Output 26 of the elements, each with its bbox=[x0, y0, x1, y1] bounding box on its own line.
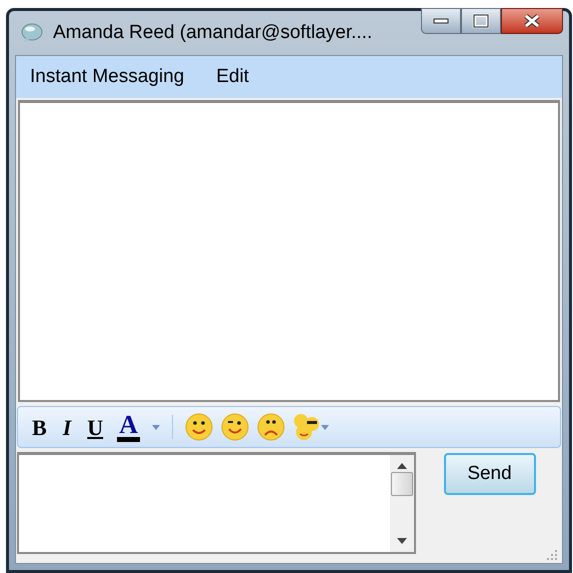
minimize-icon bbox=[433, 18, 449, 24]
bold-button[interactable]: B bbox=[30, 410, 49, 444]
underline-button[interactable]: U bbox=[85, 410, 106, 444]
send-button[interactable]: Send bbox=[444, 453, 536, 495]
sad-face-icon[interactable] bbox=[256, 413, 285, 441]
italic-button[interactable]: I bbox=[60, 410, 74, 444]
smiley-icon[interactable] bbox=[184, 413, 213, 441]
resize-grip-icon[interactable] bbox=[546, 549, 558, 561]
scroll-thumb[interactable] bbox=[391, 472, 413, 496]
close-icon bbox=[524, 14, 540, 28]
emoticons-menu-icon[interactable] bbox=[292, 413, 329, 441]
dropdown-caret-icon[interactable] bbox=[152, 424, 160, 430]
close-button[interactable] bbox=[501, 8, 563, 34]
wink-icon[interactable] bbox=[220, 413, 249, 441]
window-title: Amanda Reed (amandar@softlayer.... bbox=[53, 20, 372, 45]
scroll-down-icon[interactable] bbox=[397, 538, 407, 544]
minimize-button[interactable] bbox=[421, 8, 461, 34]
maximize-button[interactable] bbox=[461, 8, 501, 34]
message-input-field[interactable] bbox=[17, 452, 416, 554]
chat-bubble-icon bbox=[21, 23, 43, 43]
font-color-button[interactable]: A bbox=[117, 412, 140, 442]
scrollbar[interactable] bbox=[390, 455, 414, 552]
menu-item[interactable]: Instant Messaging bbox=[26, 62, 188, 92]
scroll-up-icon[interactable] bbox=[397, 463, 407, 469]
maximize-icon bbox=[473, 14, 489, 28]
menu-item[interactable]: Edit bbox=[212, 62, 253, 92]
